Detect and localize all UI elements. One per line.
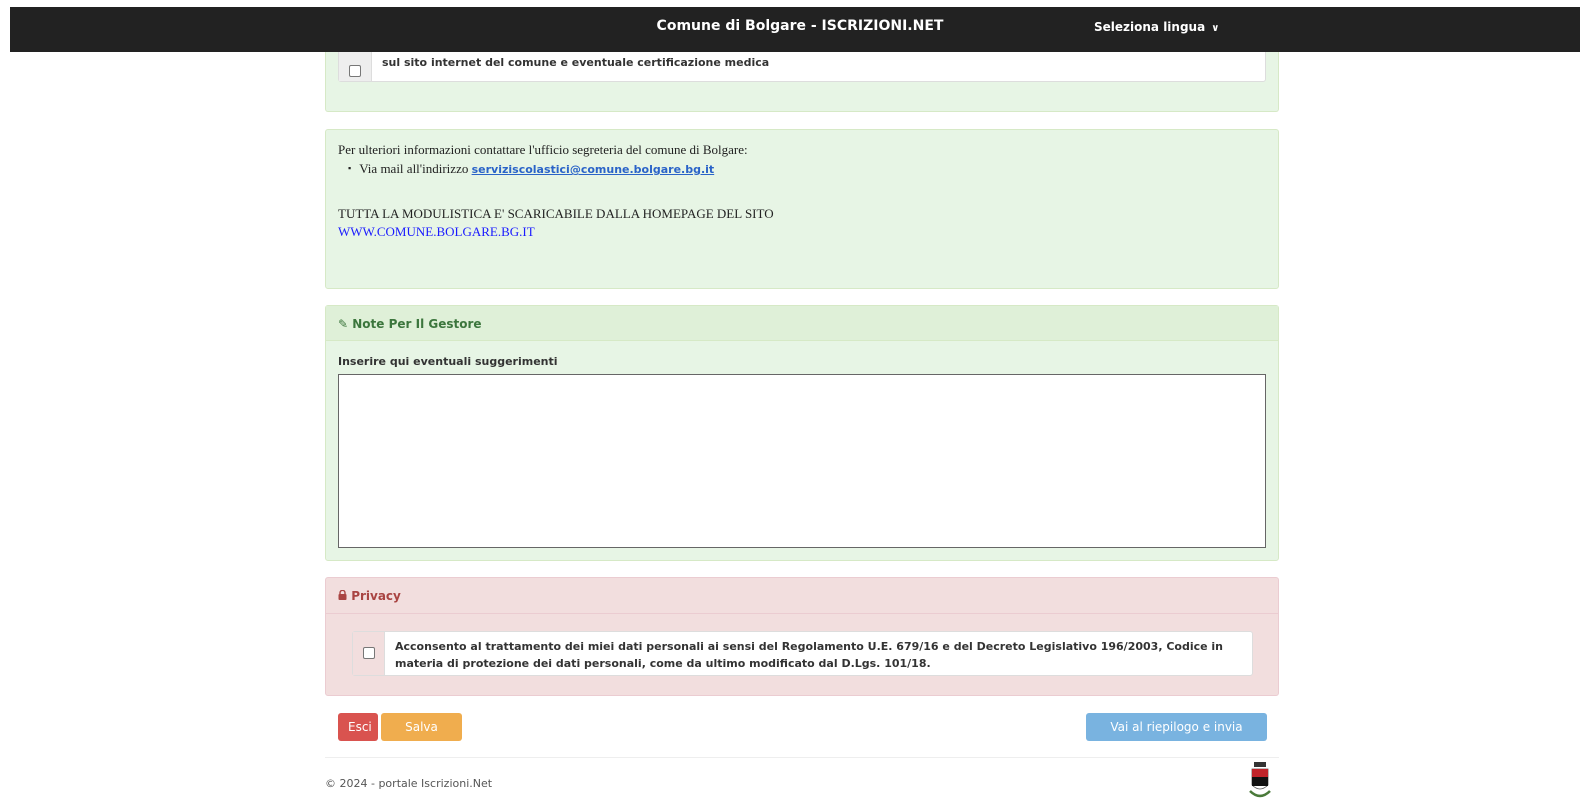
download-line: TUTTA LA MODULISTICA E' SCARICABILE DALL… bbox=[338, 206, 774, 221]
notes-textarea[interactable] bbox=[338, 374, 1266, 548]
privacy-consent-text: Acconsento al trattamento dei miei dati … bbox=[395, 640, 1224, 670]
notes-heading-label: Note Per Il Gestore bbox=[352, 317, 482, 331]
notes-field-label: Inserire qui eventuali suggerimenti bbox=[338, 355, 558, 368]
notes-heading: ✎ Note Per Il Gestore bbox=[338, 317, 482, 331]
privacy-checkbox-cell bbox=[353, 632, 385, 675]
top-navbar: Comune di Bolgare - ISCRIZIONI.NET Selez… bbox=[10, 7, 1580, 52]
language-label: Seleziona lingua bbox=[1094, 20, 1206, 34]
save-draft-button[interactable]: Salva Bozza bbox=[381, 713, 462, 762]
privacy-consent-box: Acconsento al trattamento dei miei dati … bbox=[352, 631, 1253, 676]
pencil-icon: ✎ bbox=[338, 317, 349, 331]
notes-header: ✎ Note Per Il Gestore bbox=[326, 306, 1278, 341]
site-title: Comune di Bolgare - ISCRIZIONI.NET bbox=[656, 18, 944, 34]
language-selector[interactable]: Seleziona lingua ∨ bbox=[1094, 20, 1219, 34]
diet-consent-checkbox[interactable] bbox=[349, 65, 361, 77]
notes-panel: ✎ Note Per Il Gestore Inserire qui event… bbox=[325, 305, 1279, 561]
submit-summary-button[interactable]: Vai al riepilogo e invia l'iscrizione bbox=[1086, 713, 1267, 762]
privacy-heading: Privacy bbox=[338, 589, 401, 603]
lock-icon bbox=[338, 589, 351, 603]
footer-divider bbox=[325, 757, 1279, 758]
site-link[interactable]: WWW.COMUNE.BOLGARE.BG.IT bbox=[338, 224, 535, 240]
exit-button[interactable]: Esci bbox=[338, 713, 378, 741]
mail-prefix: Via mail all'indirizzo bbox=[359, 161, 472, 176]
bullet-icon: ▪ bbox=[348, 163, 352, 173]
privacy-consent-checkbox[interactable] bbox=[363, 647, 375, 659]
privacy-header: Privacy bbox=[326, 578, 1278, 614]
privacy-heading-label: Privacy bbox=[351, 589, 401, 603]
contact-line: Per ulteriori informazioni contattare l'… bbox=[338, 142, 748, 157]
mail-link[interactable]: serviziscolastici@comune.bolgare.bg.it bbox=[472, 163, 715, 176]
footer-copyright: © 2024 - portale Iscrizioni.Net bbox=[325, 777, 493, 790]
municipality-crest-icon bbox=[1246, 761, 1274, 799]
chevron-down-icon: ∨ bbox=[1211, 23, 1220, 34]
info-panel: Per ulteriori informazioni contattare l'… bbox=[325, 129, 1279, 289]
mail-list-item: ▪ Via mail all'indirizzo serviziscolastic… bbox=[348, 161, 714, 177]
privacy-panel: Privacy Acconsento al trattamento dei mi… bbox=[325, 577, 1279, 696]
